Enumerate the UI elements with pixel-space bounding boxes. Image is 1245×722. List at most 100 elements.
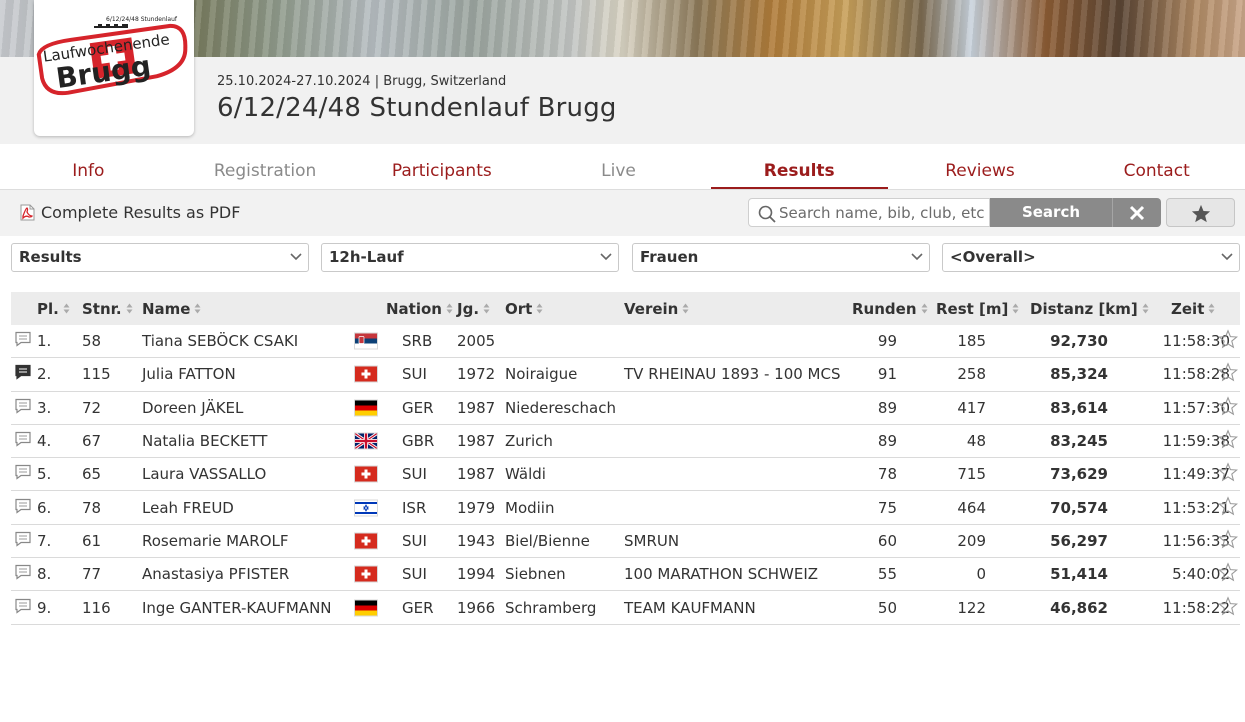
favorite-star-icon[interactable] (1217, 396, 1239, 419)
cell-rest: 464 (957, 498, 986, 517)
cell-name[interactable]: Anastasiya PFISTER (142, 565, 289, 583)
cell-city: Modiin (505, 498, 555, 517)
table-row[interactable]: 1. 58 Tiana SEBÖCK CSAKI SRB 2005 99 185 92,730… (11, 325, 1240, 359)
cell-distance: 70,574 (1050, 498, 1108, 517)
tab-participants[interactable]: Participants (353, 155, 530, 189)
cell-bib: 78 (82, 498, 102, 517)
cell-distance: 51,414 (1050, 565, 1108, 584)
sort-icon (921, 300, 928, 318)
chevron-down-icon (290, 253, 302, 261)
table-row[interactable]: 5. 65 Laura VASSALLO SUI 1987 Wäldi 78 715 73,62… (11, 458, 1240, 492)
cell-distance: 92,730 (1050, 332, 1108, 351)
table-row[interactable]: 3. 72 Doreen JÄKEL GER 1987 Niedereschach 89 41… (11, 392, 1240, 425)
cell-year: 1987 (457, 465, 496, 484)
tab-reviews[interactable]: Reviews (892, 155, 1069, 189)
cell-name[interactable]: Julia FATTON (142, 365, 236, 383)
cell-distance: 46,862 (1050, 598, 1108, 617)
tab-contact[interactable]: Contact (1068, 155, 1245, 189)
cell-year: 1987 (457, 432, 496, 451)
cell-name[interactable]: Tiana SEBÖCK CSAKI (142, 332, 298, 350)
search-field[interactable] (748, 198, 990, 227)
col-header-club-label: Verein (624, 299, 679, 318)
cell-city: Schramberg (505, 598, 597, 617)
favorite-star-icon[interactable] (1217, 462, 1239, 486)
cell-laps: 89 (877, 432, 897, 451)
tab-registration[interactable]: Registration (177, 155, 354, 189)
col-header-distance[interactable]: Distanz [km] (1030, 300, 1149, 318)
favorite-star-icon[interactable] (1217, 329, 1239, 353)
comment-icon[interactable] (15, 332, 31, 351)
comment-icon[interactable] (15, 365, 31, 384)
col-header-city[interactable]: Ort (505, 300, 543, 318)
col-header-name[interactable]: Name (142, 300, 201, 318)
col-header-club[interactable]: Verein (624, 300, 689, 318)
category-select[interactable]: Frauen (632, 243, 930, 272)
cell-city: Noiraigue (505, 365, 578, 384)
cell-laps: 55 (877, 565, 897, 584)
cell-rest: 48 (966, 432, 986, 451)
cell-name[interactable]: Leah FREUD (142, 499, 234, 517)
col-header-time[interactable]: Zeit (1171, 300, 1215, 318)
search-button[interactable]: Search (990, 198, 1112, 227)
cell-bib: 77 (82, 565, 102, 584)
col-header-nation[interactable]: Nation (386, 300, 453, 318)
col-header-time-label: Zeit (1171, 299, 1205, 318)
comment-icon[interactable] (15, 498, 31, 517)
comment-icon[interactable] (15, 598, 31, 617)
comment-icon[interactable] (15, 531, 31, 550)
table-row[interactable]: 7. 61 Rosemarie MAROLF SUI 1943 Biel/Bienne SM… (11, 525, 1240, 559)
col-header-place-label: Pl. (37, 299, 59, 318)
cell-year: 1943 (457, 531, 496, 550)
list-select[interactable]: Results (11, 243, 309, 272)
cell-nation: SUI (402, 465, 427, 484)
cell-club: TEAM KAUFMANN (624, 598, 756, 617)
cell-city: Niedereschach (505, 398, 616, 417)
contest-select[interactable]: 12h-Lauf (321, 243, 619, 272)
table-row[interactable]: 6. 78 Leah FREUD ISR 1979 Modiin 75 464 70,574 11… (11, 491, 1240, 525)
col-header-laps[interactable]: Runden (852, 300, 928, 318)
cell-name[interactable]: Laura VASSALLO (142, 465, 266, 483)
table-row[interactable]: 9. 116 Inge GANTER-KAUFMANN GER 1966 Schrambe… (11, 591, 1240, 625)
tab-info[interactable]: Info (0, 155, 177, 189)
cell-name[interactable]: Natalia BECKETT (142, 432, 267, 450)
comment-icon[interactable] (15, 565, 31, 584)
tab-results[interactable]: Results (710, 155, 888, 189)
comment-icon[interactable] (15, 398, 31, 417)
sort-icon (1208, 300, 1215, 318)
search-input[interactable] (779, 203, 984, 223)
clear-search-button[interactable] (1112, 198, 1161, 227)
chevron-down-icon (600, 253, 612, 261)
cell-rest: 258 (957, 365, 986, 384)
cell-distance: 83,614 (1050, 398, 1108, 417)
col-header-bib[interactable]: Stnr. (82, 300, 133, 318)
table-row[interactable]: 2. 115 Julia FATTON SUI 1972 Noiraigue TV RHEI… (11, 358, 1240, 392)
favorite-star-icon[interactable] (1217, 562, 1239, 586)
favorite-star-icon[interactable] (1217, 495, 1239, 519)
favorites-button[interactable] (1166, 198, 1235, 227)
comment-icon[interactable] (15, 431, 31, 451)
filter-bar: Results 12h-Lauf Frauen <Overall> (0, 236, 1245, 282)
col-header-rest[interactable]: Rest [m] (936, 300, 1019, 318)
table-row[interactable]: 8. 77 Anastasiya PFISTER SUI 1994 Siebnen 100 … (11, 558, 1240, 592)
cell-name[interactable]: Doreen JÄKEL (142, 399, 243, 417)
comment-icon[interactable] (15, 465, 31, 484)
cell-rest: 185 (957, 332, 986, 351)
event-logo[interactable]: 6/12/24/48 Stundenlauf Laufwochenende Br… (34, 0, 194, 136)
cell-year: 1966 (457, 598, 496, 617)
table-row[interactable]: 4. 67 Natalia BECKETT GBR 1987 Zurich 89 48 83,2… (11, 425, 1240, 459)
favorite-star-icon[interactable] (1217, 362, 1239, 386)
favorite-star-icon[interactable] (1217, 529, 1239, 552)
col-header-place[interactable]: Pl. (37, 300, 70, 318)
col-header-year[interactable]: Jg. (457, 300, 490, 318)
tab-live[interactable]: Live (530, 155, 707, 189)
favorite-star-icon[interactable] (1217, 595, 1239, 619)
sort-icon (682, 300, 689, 318)
cell-name[interactable]: Inge GANTER-KAUFMANN (142, 599, 332, 617)
cell-year: 1987 (457, 398, 496, 417)
complete-results-pdf-link[interactable]: Complete Results as PDF (20, 203, 240, 222)
star-icon (1191, 204, 1211, 223)
cell-year: 1979 (457, 498, 496, 517)
group-select[interactable]: <Overall> (942, 243, 1240, 272)
cell-name[interactable]: Rosemarie MAROLF (142, 532, 289, 550)
favorite-star-icon[interactable] (1217, 429, 1239, 453)
